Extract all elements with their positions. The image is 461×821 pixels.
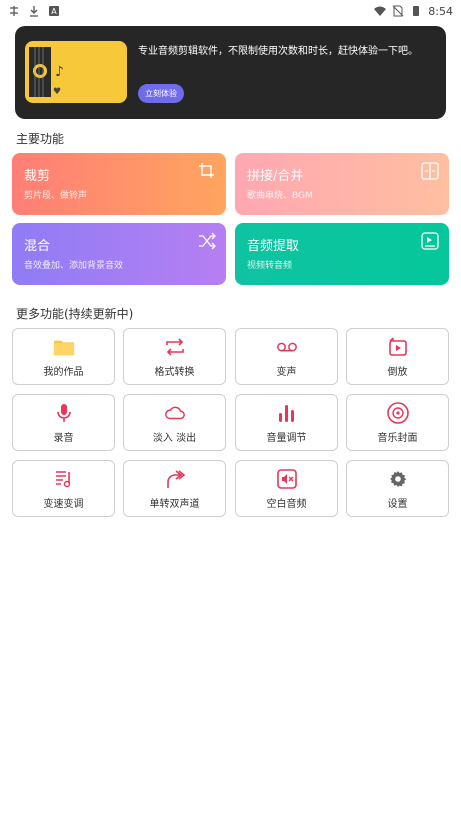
record-item[interactable]: 录音 (12, 394, 115, 451)
audio-extract-card[interactable]: 音频提取 视频转音频 (235, 223, 449, 285)
shuffle-icon (199, 232, 216, 250)
more-features-title: 更多功能(持续更新中) (16, 307, 134, 321)
card-subtitle: 音效叠加、添加背景音效 (24, 261, 124, 271)
disc-icon (386, 402, 409, 424)
item-label: 单转双声道 (149, 499, 200, 510)
card-title: 音频提取 (247, 239, 300, 254)
item-label: 录音 (53, 433, 74, 444)
voice-change-item[interactable]: 变声 (235, 328, 338, 385)
fade-item[interactable]: 淡入 淡出 (123, 394, 226, 451)
item-label: 音量调节 (266, 433, 307, 444)
mix-card[interactable]: 混合 音效叠加、添加背景音效 (12, 223, 226, 285)
status-bar: A 8:54 (0, 0, 461, 22)
card-title: 拼接/合并 (247, 169, 304, 184)
item-label: 倒放 (387, 367, 408, 378)
card-title: 混合 (24, 239, 51, 254)
wifi-icon (374, 6, 387, 16)
item-label: 变声 (276, 367, 297, 378)
gear-icon (389, 471, 406, 487)
voicemail-icon (276, 342, 297, 352)
cloud-icon (164, 406, 185, 420)
reverse-play-icon (388, 337, 407, 356)
volume-bars-icon (278, 405, 294, 422)
status-time: 8:54 (428, 4, 453, 18)
app-notification-icon (10, 6, 18, 16)
download-icon (30, 6, 38, 17)
item-label: 空白音频 (266, 499, 307, 510)
mono-to-stereo-item[interactable]: 单转双声道 (123, 460, 226, 517)
microphone-icon (56, 404, 71, 422)
item-label: 我的作品 (43, 367, 84, 378)
settings-item[interactable]: 设置 (346, 460, 449, 517)
merge-card[interactable]: 拼接/合并 歌曲串烧、BGM (235, 153, 449, 215)
my-works-item[interactable]: 我的作品 (12, 328, 115, 385)
no-sim-icon (392, 5, 404, 17)
crop-icon (199, 163, 214, 178)
keyboard-a-icon: A (49, 6, 59, 16)
item-label: 格式转换 (154, 367, 195, 378)
svg-text:A: A (51, 7, 57, 16)
speed-pitch-item[interactable]: 变速变调 (12, 460, 115, 517)
svg-text:♥: ♥ (53, 87, 61, 97)
item-label: 音乐封面 (377, 433, 418, 444)
folder-icon (53, 340, 74, 356)
card-subtitle: 视频转音频 (247, 261, 293, 271)
mute-icon (276, 469, 297, 489)
card-title: 裁剪 (24, 169, 51, 184)
banner-text: 专业音频剪辑软件，不限制使用次数和时长，赶快体验一下吧。 (138, 46, 418, 57)
svg-text:♪: ♪ (55, 64, 64, 80)
promo-banner[interactable]: ♪ ♥ 专业音频剪辑软件，不限制使用次数和时长，赶快体验一下吧。 立刻体验 (15, 26, 446, 119)
double-arrow-icon (166, 470, 185, 488)
item-label: 变速变调 (43, 499, 84, 510)
format-convert-item[interactable]: 格式转换 (123, 328, 226, 385)
blank-audio-item[interactable]: 空白音频 (235, 460, 338, 517)
crop-card[interactable]: 裁剪 剪片段、做铃声 (12, 153, 226, 215)
volume-item[interactable]: 音量调节 (235, 394, 338, 451)
card-subtitle: 歌曲串烧、BGM (247, 191, 313, 201)
video-extract-icon (421, 232, 439, 250)
card-subtitle: 剪片段、做铃声 (24, 191, 88, 201)
merge-icon (421, 162, 439, 180)
main-features-title: 主要功能 (16, 132, 65, 146)
guitar-thumbnail: ♪ ♥ (25, 41, 127, 103)
reverse-item[interactable]: 倒放 (346, 328, 449, 385)
music-cover-item[interactable]: 音乐封面 (346, 394, 449, 451)
item-label: 淡入 淡出 (152, 433, 197, 444)
try-now-button[interactable]: 立刻体验 (138, 84, 184, 103)
battery-icon (413, 6, 420, 16)
convert-icon (165, 338, 184, 356)
music-note-lines-icon (55, 471, 70, 488)
item-label: 设置 (387, 499, 408, 510)
